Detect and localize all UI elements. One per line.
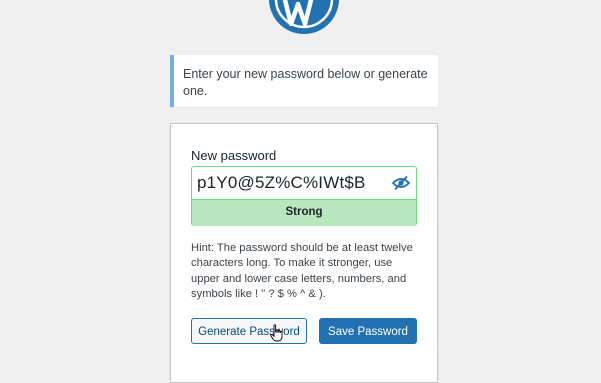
notice-text: Enter your new password below or generat… (183, 67, 428, 98)
info-notice: Enter your new password below or generat… (170, 55, 438, 107)
generate-password-button[interactable]: Generate Password (191, 318, 307, 344)
reset-password-form: New password Strong Hint: The password s… (170, 123, 438, 383)
new-password-input[interactable] (192, 167, 416, 199)
password-field-group: Strong (191, 166, 417, 226)
password-hint: Hint: The password should be at least tw… (191, 242, 413, 300)
wordpress-logo-icon[interactable] (269, 0, 339, 34)
eye-slash-icon[interactable] (391, 175, 411, 191)
new-password-label: New password (191, 148, 277, 163)
password-strength-meter: Strong (192, 199, 416, 226)
save-password-button[interactable]: Save Password (319, 318, 417, 344)
